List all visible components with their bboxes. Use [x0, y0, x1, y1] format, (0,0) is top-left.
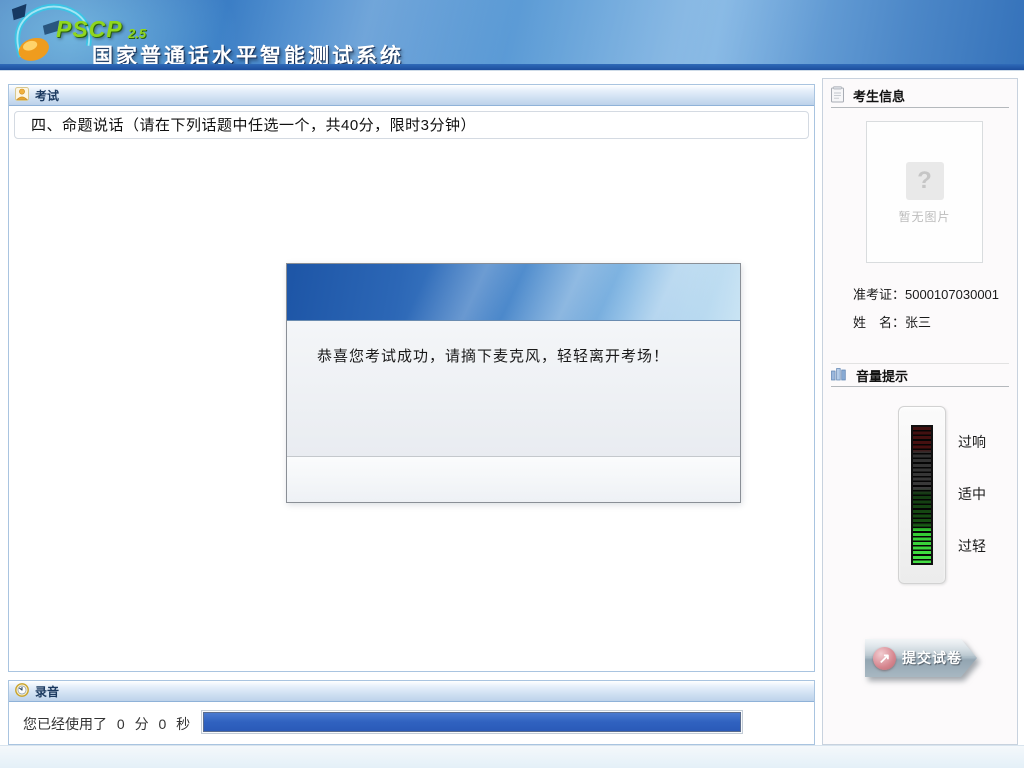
recording-title-bar: 录音 — [9, 681, 814, 702]
elapsed-prefix: 您已经使用了 — [23, 716, 107, 732]
candidate-header: 考生信息 — [831, 84, 1009, 108]
recording-content-row: 您已经使用了 0 分 0 秒 — [9, 702, 814, 745]
photo-question-icon: ? — [906, 162, 944, 200]
elapsed-seconds: 0 — [158, 716, 166, 732]
result-dialog: 恭喜您考试成功，请摘下麦克风，轻轻离开考场！ — [286, 263, 741, 503]
clock-icon — [15, 683, 29, 700]
recording-progress-fill — [203, 712, 741, 732]
elapsed-minutes: 0 — [117, 716, 125, 732]
candidate-panel: 考生信息 ? 暂无图片 准考证：5000107030001 姓 名：张三 音量提… — [822, 78, 1018, 745]
bar-chart-icon — [831, 366, 847, 384]
elapsed-min-unit: 分 — [135, 716, 149, 732]
submit-label: 提交试卷 — [902, 648, 962, 668]
ticket-value: 5000107030001 — [905, 287, 999, 302]
recording-progress — [201, 710, 743, 734]
volume-header: 音量提示 — [831, 363, 1009, 387]
submit-button[interactable]: ↗ 提交试卷 — [865, 639, 977, 677]
volume-label-loud: 过响 — [958, 432, 986, 452]
recording-panel: 录音 您已经使用了 0 分 0 秒 — [8, 680, 815, 745]
submit-button-wrap: ↗ 提交试卷 — [865, 639, 977, 677]
name-value: 张三 — [905, 315, 931, 330]
exam-title: 考试 — [35, 87, 59, 104]
volume-meter — [911, 425, 933, 565]
notepad-icon — [831, 86, 844, 106]
page-bottom-strip — [0, 745, 1024, 768]
volume-title: 音量提示 — [856, 366, 908, 385]
recording-title: 录音 — [35, 683, 59, 700]
question-box: 四、命题说话（请在下列话题中任选一个，共40分，限时3分钟） — [14, 111, 809, 139]
dialog-body: 恭喜您考试成功，请摘下麦克风，轻轻离开考场！ — [287, 321, 740, 456]
elapsed-text: 您已经使用了 0 分 0 秒 — [23, 714, 196, 734]
dialog-footer — [287, 456, 740, 501]
exam-title-bar: 考试 — [9, 85, 814, 106]
volume-label-medium: 适中 — [958, 484, 986, 504]
volume-meter-frame — [898, 406, 946, 584]
app-header: PSCP 2.5 国家普通话水平智能测试系统 — [0, 0, 1024, 64]
person-icon — [15, 87, 29, 104]
exam-panel: 考试 四、命题说话（请在下列话题中任选一个，共40分，限时3分钟） 恭喜您考试成… — [8, 84, 815, 672]
logo-text: PSCP — [56, 16, 123, 43]
elapsed-sec-unit: 秒 — [176, 716, 190, 732]
dialog-message: 恭喜您考试成功，请摘下麦克风，轻轻离开考场！ — [317, 348, 669, 365]
ticket-label: 准考证： — [853, 287, 905, 302]
logo-version-text: 2.5 — [128, 26, 146, 41]
candidate-title: 考生信息 — [853, 86, 905, 105]
volume-label-quiet: 过轻 — [958, 536, 986, 556]
header-bottom-strip — [0, 64, 1024, 71]
name-label: 姓 名： — [853, 315, 905, 330]
question-text: 四、命题说话（请在下列话题中任选一个，共40分，限时3分钟） — [31, 117, 476, 134]
ticket-row: 准考证：5000107030001 — [853, 284, 999, 303]
photo-placeholder-text: 暂无图片 — [867, 208, 982, 225]
submit-arrow-icon: ↗ — [873, 647, 896, 670]
dialog-banner — [287, 264, 740, 321]
photo-placeholder: ? 暂无图片 — [866, 121, 983, 263]
name-row: 姓 名：张三 — [853, 312, 931, 331]
